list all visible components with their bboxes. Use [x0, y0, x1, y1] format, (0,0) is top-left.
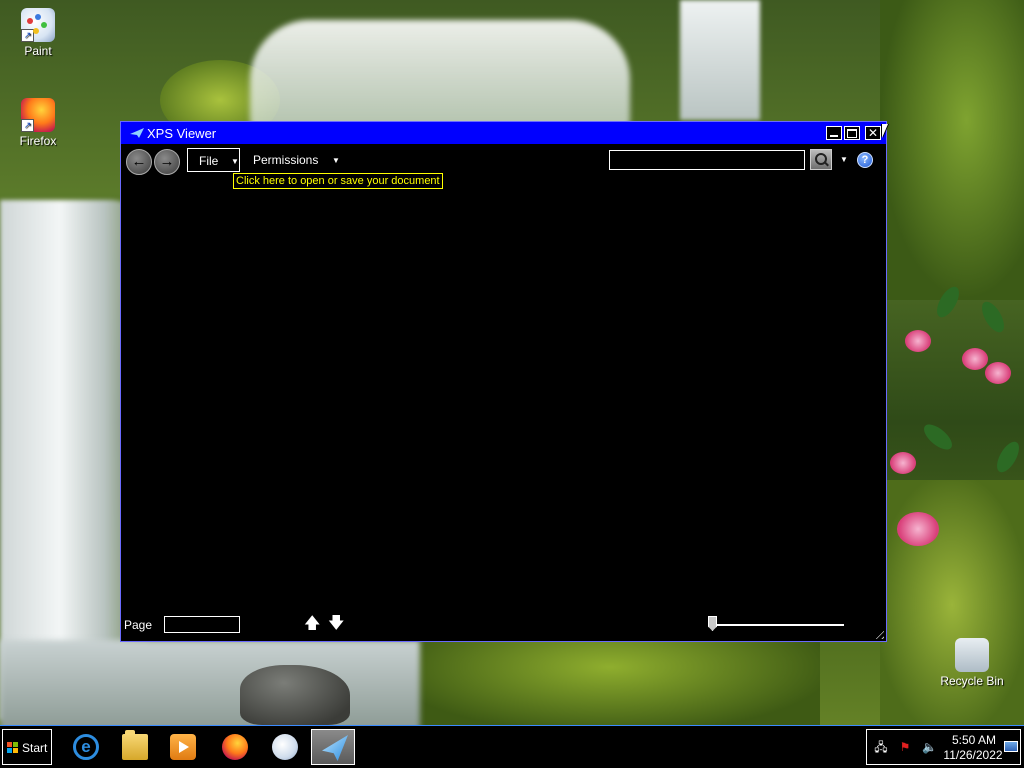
taskbar-app-file-explorer[interactable]	[112, 729, 156, 765]
up-arrow-icon: 🡅	[304, 615, 321, 632]
permissions-menu[interactable]: Permissions ▼	[252, 148, 342, 172]
firefox-icon: ↗	[21, 98, 55, 132]
windows-logo-icon	[7, 742, 19, 754]
desktop-icon-label: Paint	[24, 44, 52, 58]
recycle-bin-icon	[955, 638, 989, 672]
desktop-icon-label: Firefox	[19, 134, 57, 148]
previous-page-button[interactable]: 🡅	[304, 615, 320, 633]
taskbar-app-xps-viewer[interactable]	[311, 729, 355, 765]
paint-icon	[272, 734, 298, 760]
desktop-icon-label: Recycle Bin	[940, 674, 1004, 688]
clock-date[interactable]: 11/26/2022	[943, 748, 1003, 762]
mouse-cursor	[882, 124, 888, 138]
page-number-input[interactable]	[164, 616, 240, 633]
taskbar-app-firefox[interactable]	[212, 729, 256, 765]
xps-viewer-window: XPS Viewer ✕ ← → File ▼ Permissions ▼ Cl…	[120, 121, 887, 642]
back-button[interactable]: ←	[126, 149, 152, 175]
chevron-down-icon: ▼	[231, 157, 239, 166]
start-label: Start	[22, 741, 48, 755]
permissions-menu-label: Permissions	[253, 153, 319, 167]
system-tray: 🖧 ⚑ 🔈 5:50 AM 11/26/2022	[866, 729, 1021, 765]
desktop-icon-recycle-bin[interactable]: Recycle Bin	[937, 638, 1007, 688]
start-button[interactable]: Start	[2, 729, 52, 765]
back-arrow-icon: ←	[131, 153, 147, 170]
taskbar-app-internet-explorer[interactable]: e	[63, 729, 107, 765]
zoom-slider-thumb[interactable]	[708, 616, 717, 631]
search-button[interactable]	[810, 149, 832, 170]
clock-time[interactable]: 5:50 AM	[949, 733, 999, 747]
file-menu-label: File	[199, 154, 219, 168]
maximize-button[interactable]	[844, 126, 860, 140]
help-icon: ?	[861, 154, 869, 166]
xps-viewer-icon	[130, 128, 144, 138]
zoom-slider-track[interactable]	[715, 624, 844, 626]
search-input[interactable]	[609, 150, 805, 170]
desktop-icon-firefox[interactable]: ↗ Firefox	[3, 98, 73, 148]
chevron-down-icon: ▼	[332, 156, 340, 165]
desktop-icon-paint[interactable]: ↗ Paint	[3, 8, 73, 58]
network-icon[interactable]: 🖧	[874, 741, 888, 754]
search-options-chevron-icon[interactable]: ▼	[840, 155, 848, 164]
next-page-button[interactable]: 🡇	[328, 615, 344, 633]
file-menu[interactable]: File ▼	[187, 148, 240, 172]
resize-grip[interactable]	[872, 627, 884, 639]
firefox-icon	[222, 734, 248, 760]
forward-arrow-icon: →	[159, 153, 175, 170]
folder-icon	[122, 730, 148, 760]
taskbar-app-media-player[interactable]	[160, 729, 204, 765]
show-desktop-icon[interactable]	[1004, 741, 1018, 752]
internet-explorer-icon: e	[73, 734, 99, 760]
taskbar-app-paint[interactable]	[262, 729, 306, 765]
help-button[interactable]: ?	[857, 152, 873, 168]
page-label: Page	[124, 618, 153, 632]
minimize-button[interactable]	[826, 126, 842, 140]
action-center-flag-icon[interactable]: ⚑	[898, 741, 912, 754]
down-arrow-icon: 🡇	[328, 615, 345, 632]
window-title: XPS Viewer	[147, 126, 217, 141]
file-menu-tooltip: Click here to open or save your document	[233, 173, 443, 189]
close-icon: ✕	[867, 126, 879, 140]
taskbar: Start e 🖧 ⚑ 🔈 5:50 AM 11/26/2022	[0, 725, 1024, 768]
forward-button[interactable]: →	[154, 149, 180, 175]
window-titlebar[interactable]: XPS Viewer ✕	[121, 122, 886, 144]
volume-icon[interactable]: 🔈	[922, 741, 937, 754]
xps-viewer-icon	[322, 735, 348, 761]
close-button[interactable]: ✕	[865, 126, 881, 140]
media-player-icon	[170, 734, 196, 760]
paint-icon: ↗	[21, 8, 55, 42]
